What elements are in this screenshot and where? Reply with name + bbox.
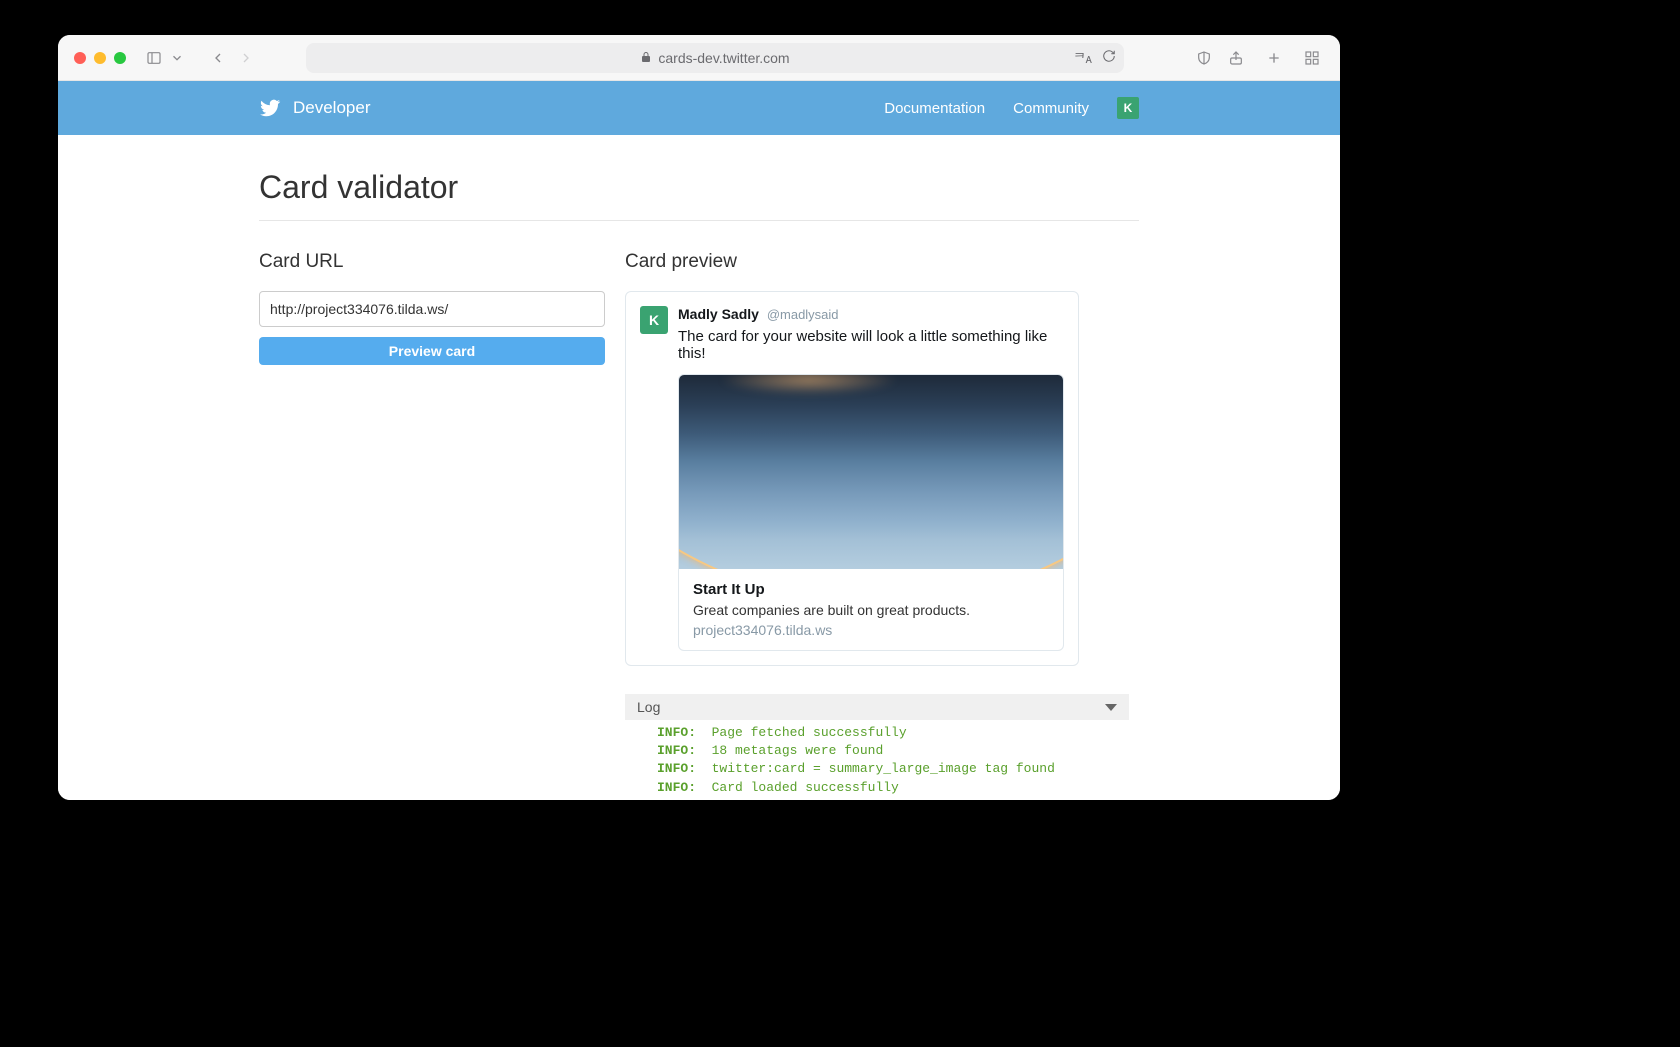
back-button-icon[interactable] xyxy=(206,46,230,70)
address-text: cards-dev.twitter.com xyxy=(658,50,789,66)
tweet-userline: Madly Sadly @madlysaid xyxy=(678,306,1064,322)
browser-titlebar: cards-dev.twitter.com ᄏᴀ xyxy=(58,35,1340,81)
nav-documentation[interactable]: Documentation xyxy=(884,100,985,117)
window-traffic-lights xyxy=(74,52,126,64)
tweet-avatar: K xyxy=(640,306,668,334)
lock-icon xyxy=(640,50,652,66)
log-section: Log INFO: Page fetched successfully INFO… xyxy=(625,694,1129,797)
shield-icon[interactable] xyxy=(1192,46,1216,70)
tweet-author-handle: @madlysaid xyxy=(767,307,839,322)
card-url-input[interactable] xyxy=(259,291,605,327)
address-bar[interactable]: cards-dev.twitter.com ᄏᴀ xyxy=(306,43,1124,73)
card-preview-label: Card preview xyxy=(625,251,1139,273)
sidebar-toggle-icon[interactable] xyxy=(142,46,166,70)
nav-community[interactable]: Community xyxy=(1013,100,1089,117)
tabs-overview-icon[interactable] xyxy=(1300,46,1324,70)
preview-card-button[interactable]: Preview card xyxy=(259,337,605,365)
log-label: Log xyxy=(637,699,660,715)
twitter-bird-icon[interactable] xyxy=(259,97,281,119)
window-zoom-icon[interactable] xyxy=(114,52,126,64)
page-content: Developer Documentation Community K Card… xyxy=(58,81,1340,800)
forward-button-icon[interactable] xyxy=(234,46,258,70)
card-image xyxy=(679,375,1063,569)
card-title: Start It Up xyxy=(693,581,1049,598)
card-url-label: Card URL xyxy=(259,251,605,273)
share-icon[interactable] xyxy=(1224,46,1248,70)
window-close-icon[interactable] xyxy=(74,52,86,64)
card-preview: K Madly Sadly @madlysaid The card for yo… xyxy=(625,291,1079,666)
brand-label[interactable]: Developer xyxy=(293,98,371,118)
page-title: Card validator xyxy=(259,169,1139,221)
tweet-text: The card for your website will look a li… xyxy=(678,328,1064,362)
tweet-author-name: Madly Sadly xyxy=(678,306,759,322)
chevron-down-icon xyxy=(1105,704,1117,711)
reload-icon[interactable] xyxy=(1102,49,1116,66)
site-header: Developer Documentation Community K xyxy=(58,81,1340,135)
user-avatar[interactable]: K xyxy=(1117,97,1139,119)
summary-card[interactable]: Start It Up Great companies are built on… xyxy=(678,374,1064,651)
card-description: Great companies are built on great produ… xyxy=(693,602,1049,618)
window-minimize-icon[interactable] xyxy=(94,52,106,64)
translate-icon[interactable]: ᄏᴀ xyxy=(1074,48,1092,67)
card-domain: project334076.tilda.ws xyxy=(693,622,1049,638)
chevron-down-icon[interactable] xyxy=(170,46,184,70)
new-tab-icon[interactable] xyxy=(1262,46,1286,70)
log-toggle[interactable]: Log xyxy=(625,694,1129,720)
log-output: INFO: Page fetched successfully INFO: 18… xyxy=(625,720,1129,797)
browser-window: cards-dev.twitter.com ᄏᴀ xyxy=(58,35,1340,800)
